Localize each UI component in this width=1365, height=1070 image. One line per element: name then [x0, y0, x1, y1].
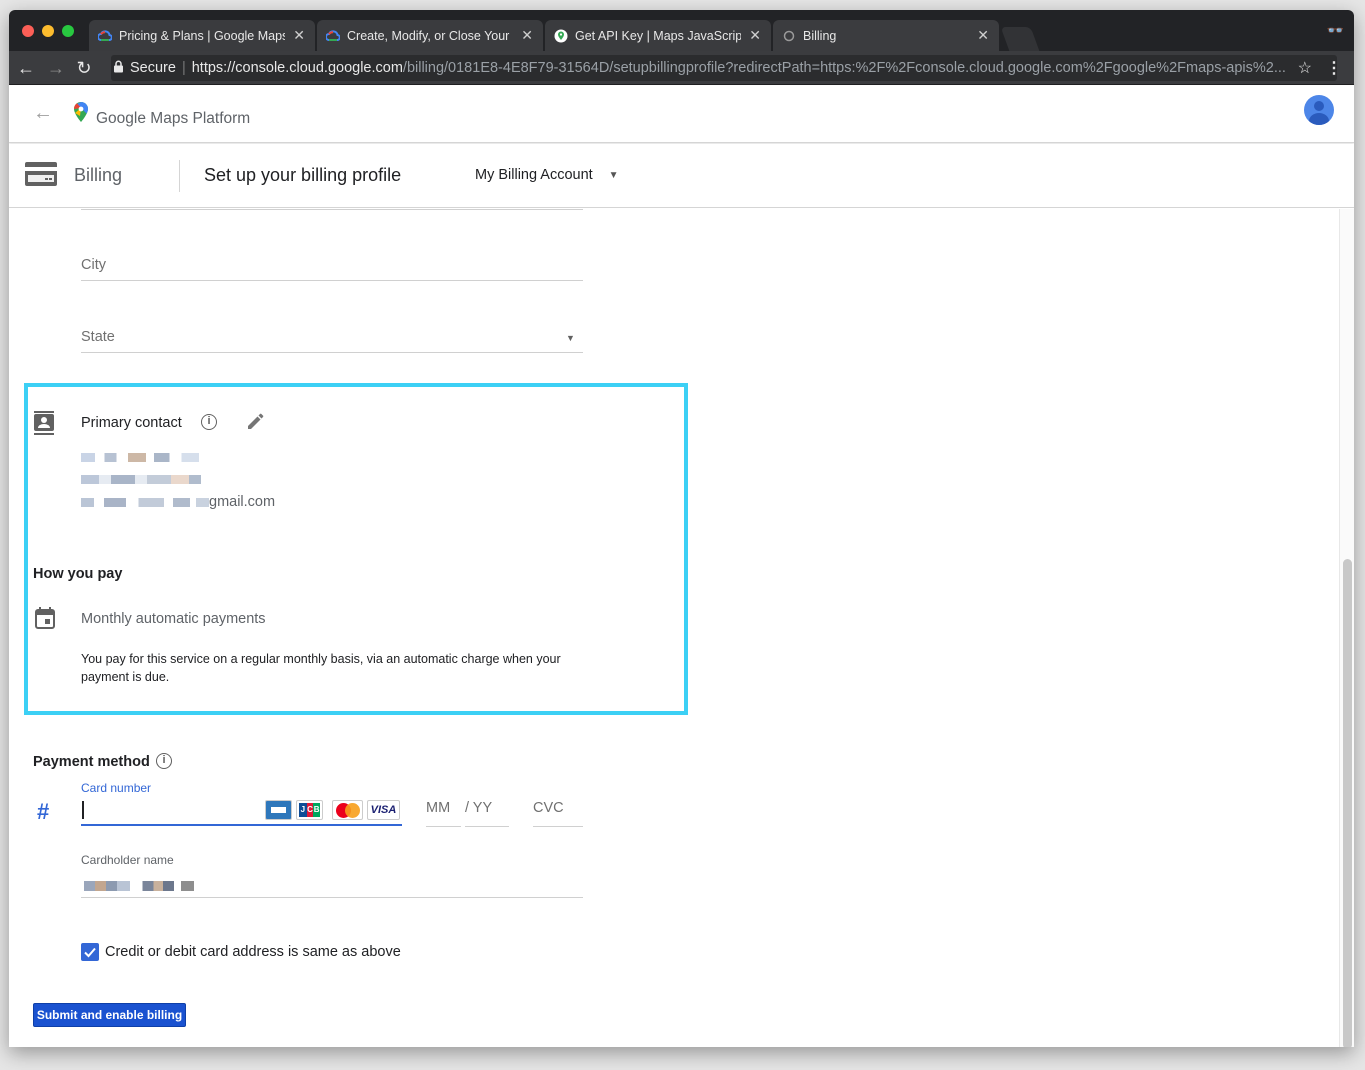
tab-billing[interactable]: Billing ✕: [773, 20, 999, 51]
section-title: Billing: [74, 165, 123, 185]
page-title: Set up your billing profile: [204, 165, 402, 185]
close-tab-icon[interactable]: ✕: [977, 27, 989, 44]
cvc-input[interactable]: CVC: [533, 800, 583, 827]
close-tab-icon[interactable]: ✕: [521, 27, 533, 44]
payment-method-heading: Payment method: [33, 754, 150, 770]
checkmark-icon: [84, 947, 96, 958]
google-maps-pin-icon: [71, 101, 91, 128]
amex-icon: [265, 800, 292, 820]
avatar[interactable]: [1304, 95, 1334, 125]
billing-subheader: Billing Set up your billing profile My B…: [9, 144, 1354, 208]
forward-icon[interactable]: →: [45, 57, 67, 79]
state-dropdown-icon[interactable]: ▼: [566, 333, 575, 343]
maximize-window-button[interactable]: [62, 25, 74, 37]
lock-icon: [113, 60, 124, 77]
card-number-label: Card number: [81, 781, 152, 795]
billing-card-icon: [25, 162, 57, 191]
minimize-window-button[interactable]: [42, 25, 54, 37]
text-cursor: [82, 801, 84, 819]
expiry-month-input[interactable]: MM: [426, 800, 461, 827]
loading-icon: [782, 29, 796, 43]
google-cloud-icon: [98, 29, 112, 43]
incognito-icon: 👓: [1326, 22, 1344, 38]
scrollbar[interactable]: [1339, 209, 1354, 1047]
jcb-icon: J C B: [296, 800, 323, 820]
close-window-button[interactable]: [22, 25, 34, 37]
city-input[interactable]: [81, 251, 583, 281]
cardholder-label: Cardholder name: [81, 853, 174, 867]
tab-get-api-key[interactable]: Get API Key | Maps JavaScrip ✕: [545, 20, 771, 51]
visa-icon: VISA: [367, 800, 400, 820]
tab-strip: Pricing & Plans | Google Maps ✕ Create, …: [9, 10, 1354, 51]
reload-icon[interactable]: ↻: [73, 57, 95, 79]
cardholder-name-redacted: [84, 881, 194, 891]
card-number-input[interactable]: J C B VISA: [81, 799, 402, 826]
browser-toolbar: ← → ↻ Secure | https://console.cloud.goo…: [9, 51, 1354, 85]
tab-pricing[interactable]: Pricing & Plans | Google Maps ✕: [89, 20, 315, 51]
secure-label: Secure: [130, 60, 176, 76]
cardholder-input[interactable]: [81, 869, 583, 898]
tab-create-modify[interactable]: Create, Modify, or Close Your B ✕: [317, 20, 543, 51]
submit-billing-button[interactable]: Submit and enable billing: [33, 1003, 186, 1027]
back-arrow-icon[interactable]: ←: [33, 102, 53, 125]
dropdown-arrow-icon: ▼: [608, 169, 619, 181]
browser-window: Pricing & Plans | Google Maps ✕ Create, …: [9, 10, 1354, 1047]
scrollbar-thumb[interactable]: [1343, 559, 1352, 1047]
payment-info-icon[interactable]: i: [156, 753, 172, 769]
google-maps-icon: [554, 29, 568, 43]
address-bar[interactable]: Secure | https://console.cloud.google.co…: [111, 55, 1337, 81]
card-hash-icon: #: [37, 799, 50, 824]
app-header: ← Google Maps Platform: [9, 86, 1354, 143]
highlight-box: [24, 383, 688, 715]
billing-account-selector[interactable]: My Billing Account ▼: [475, 167, 619, 183]
google-cloud-icon: [326, 29, 340, 43]
new-tab-button[interactable]: [1000, 27, 1040, 51]
same-address-label[interactable]: Credit or debit card address is same as …: [105, 944, 401, 960]
expiry-year-input[interactable]: / YY: [465, 800, 509, 827]
bookmark-star-icon[interactable]: ☆: [1298, 58, 1312, 78]
close-tab-icon[interactable]: ✕: [749, 27, 761, 44]
back-icon[interactable]: ←: [15, 57, 37, 79]
browser-menu-icon[interactable]: ⋮: [1326, 58, 1342, 78]
state-select[interactable]: [81, 323, 583, 353]
app-title: Google Maps Platform: [96, 110, 251, 127]
same-address-checkbox[interactable]: [81, 943, 99, 961]
mastercard-icon: [332, 800, 363, 820]
close-tab-icon[interactable]: ✕: [293, 27, 305, 44]
url-host: https://console.cloud.google.com: [191, 60, 403, 76]
url-path: /billing/0181E8-4E8F79-31564D/setupbilli…: [402, 60, 1286, 76]
